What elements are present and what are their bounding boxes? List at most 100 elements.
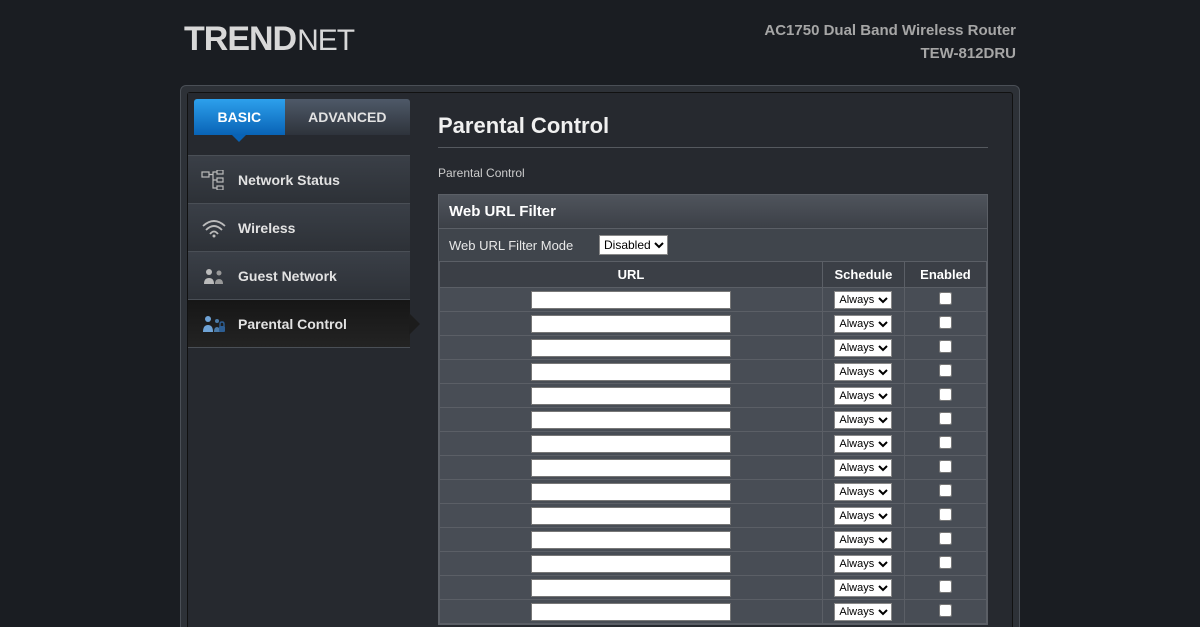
table-row: Always bbox=[440, 408, 987, 432]
enabled-checkbox[interactable] bbox=[939, 340, 952, 353]
sidebar-item-label: Wireless bbox=[238, 220, 295, 236]
enabled-checkbox[interactable] bbox=[939, 292, 952, 305]
schedule-cell: Always bbox=[822, 384, 904, 408]
enabled-checkbox[interactable] bbox=[939, 532, 952, 545]
url-cell bbox=[440, 576, 823, 600]
schedule-select[interactable]: Always bbox=[834, 315, 892, 333]
schedule-cell: Always bbox=[822, 576, 904, 600]
enabled-checkbox[interactable] bbox=[939, 364, 952, 377]
page: TRENDNET AC1750 Dual Band Wireless Route… bbox=[0, 0, 1200, 627]
main-content: Parental Control Parental Control Web UR… bbox=[410, 93, 1012, 627]
enabled-cell bbox=[904, 576, 986, 600]
enabled-cell bbox=[904, 360, 986, 384]
schedule-select[interactable]: Always bbox=[834, 339, 892, 357]
main-panel: BASIC ADVANCED Network Statu bbox=[180, 85, 1020, 627]
url-cell bbox=[440, 360, 823, 384]
sidebar-item-guest-network[interactable]: Guest Network bbox=[188, 252, 410, 300]
url-input[interactable] bbox=[531, 483, 731, 501]
url-input[interactable] bbox=[531, 459, 731, 477]
table-row: Always bbox=[440, 384, 987, 408]
enabled-cell bbox=[904, 552, 986, 576]
enabled-checkbox[interactable] bbox=[939, 412, 952, 425]
table-row: Always bbox=[440, 600, 987, 624]
sidebar-item-label: Parental Control bbox=[238, 316, 347, 332]
filter-table-body: Always Always Always Always Always Always Alwa… bbox=[440, 288, 987, 624]
filter-mode-select[interactable]: Disabled bbox=[599, 235, 668, 255]
table-row: Always bbox=[440, 480, 987, 504]
col-enabled: Enabled bbox=[904, 262, 986, 288]
section-header: Web URL Filter bbox=[439, 195, 987, 229]
url-input[interactable] bbox=[531, 411, 731, 429]
url-cell bbox=[440, 336, 823, 360]
schedule-cell: Always bbox=[822, 528, 904, 552]
web-url-filter-section: Web URL Filter Web URL Filter Mode Disab… bbox=[438, 194, 988, 625]
enabled-cell bbox=[904, 504, 986, 528]
sidebar: BASIC ADVANCED Network Statu bbox=[188, 93, 410, 627]
enabled-checkbox[interactable] bbox=[939, 580, 952, 593]
url-input[interactable] bbox=[531, 507, 731, 525]
parental-control-icon bbox=[198, 312, 230, 336]
url-input[interactable] bbox=[531, 579, 731, 597]
url-input[interactable] bbox=[531, 531, 731, 549]
sidebar-item-parental-control[interactable]: Parental Control bbox=[188, 300, 410, 348]
tab-basic[interactable]: BASIC bbox=[194, 99, 285, 135]
enabled-checkbox[interactable] bbox=[939, 556, 952, 569]
url-input[interactable] bbox=[531, 555, 731, 573]
url-input[interactable] bbox=[531, 363, 731, 381]
network-status-icon bbox=[198, 168, 230, 192]
header: TRENDNET AC1750 Dual Band Wireless Route… bbox=[180, 20, 1020, 65]
schedule-select[interactable]: Always bbox=[834, 387, 892, 405]
model-info: AC1750 Dual Band Wireless Router TEW-812… bbox=[764, 20, 1016, 65]
schedule-cell: Always bbox=[822, 312, 904, 336]
enabled-checkbox[interactable] bbox=[939, 388, 952, 401]
brand-logo-thin: NET bbox=[297, 24, 354, 58]
sidebar-item-wireless[interactable]: Wireless bbox=[188, 204, 410, 252]
schedule-select[interactable]: Always bbox=[834, 435, 892, 453]
url-input[interactable] bbox=[531, 291, 731, 309]
filter-mode-row: Web URL Filter Mode Disabled bbox=[439, 229, 987, 261]
content-wrapper: TRENDNET AC1750 Dual Band Wireless Route… bbox=[180, 0, 1020, 627]
enabled-checkbox[interactable] bbox=[939, 460, 952, 473]
table-row: Always bbox=[440, 288, 987, 312]
url-cell bbox=[440, 432, 823, 456]
enabled-checkbox[interactable] bbox=[939, 484, 952, 497]
sidebar-item-network-status[interactable]: Network Status bbox=[188, 156, 410, 204]
table-row: Always bbox=[440, 336, 987, 360]
panel-body: BASIC ADVANCED Network Statu bbox=[187, 92, 1013, 627]
schedule-select[interactable]: Always bbox=[834, 291, 892, 309]
title-rule bbox=[438, 147, 988, 148]
url-cell bbox=[440, 480, 823, 504]
schedule-select[interactable]: Always bbox=[834, 555, 892, 573]
schedule-select[interactable]: Always bbox=[834, 411, 892, 429]
url-input[interactable] bbox=[531, 387, 731, 405]
schedule-cell: Always bbox=[822, 408, 904, 432]
enabled-checkbox[interactable] bbox=[939, 436, 952, 449]
url-input[interactable] bbox=[531, 315, 731, 333]
enabled-checkbox[interactable] bbox=[939, 316, 952, 329]
url-input[interactable] bbox=[531, 603, 731, 621]
filter-mode-label: Web URL Filter Mode bbox=[449, 238, 599, 253]
brand-logo-bold: TREND bbox=[184, 20, 296, 59]
url-cell bbox=[440, 312, 823, 336]
url-input[interactable] bbox=[531, 435, 731, 453]
schedule-select[interactable]: Always bbox=[834, 507, 892, 525]
schedule-select[interactable]: Always bbox=[834, 483, 892, 501]
schedule-select[interactable]: Always bbox=[834, 603, 892, 621]
enabled-checkbox[interactable] bbox=[939, 508, 952, 521]
schedule-cell: Always bbox=[822, 480, 904, 504]
enabled-checkbox[interactable] bbox=[939, 604, 952, 617]
schedule-select[interactable]: Always bbox=[834, 531, 892, 549]
url-input[interactable] bbox=[531, 339, 731, 357]
schedule-select[interactable]: Always bbox=[834, 363, 892, 381]
tab-advanced[interactable]: ADVANCED bbox=[285, 99, 410, 135]
schedule-cell: Always bbox=[822, 336, 904, 360]
table-row: Always bbox=[440, 504, 987, 528]
url-cell bbox=[440, 288, 823, 312]
enabled-cell bbox=[904, 456, 986, 480]
tab-gap bbox=[188, 135, 410, 155]
schedule-select[interactable]: Always bbox=[834, 579, 892, 597]
schedule-cell: Always bbox=[822, 456, 904, 480]
page-scroll-viewport[interactable]: TRENDNET AC1750 Dual Band Wireless Route… bbox=[0, 0, 1200, 627]
schedule-select[interactable]: Always bbox=[834, 459, 892, 477]
table-row: Always bbox=[440, 456, 987, 480]
